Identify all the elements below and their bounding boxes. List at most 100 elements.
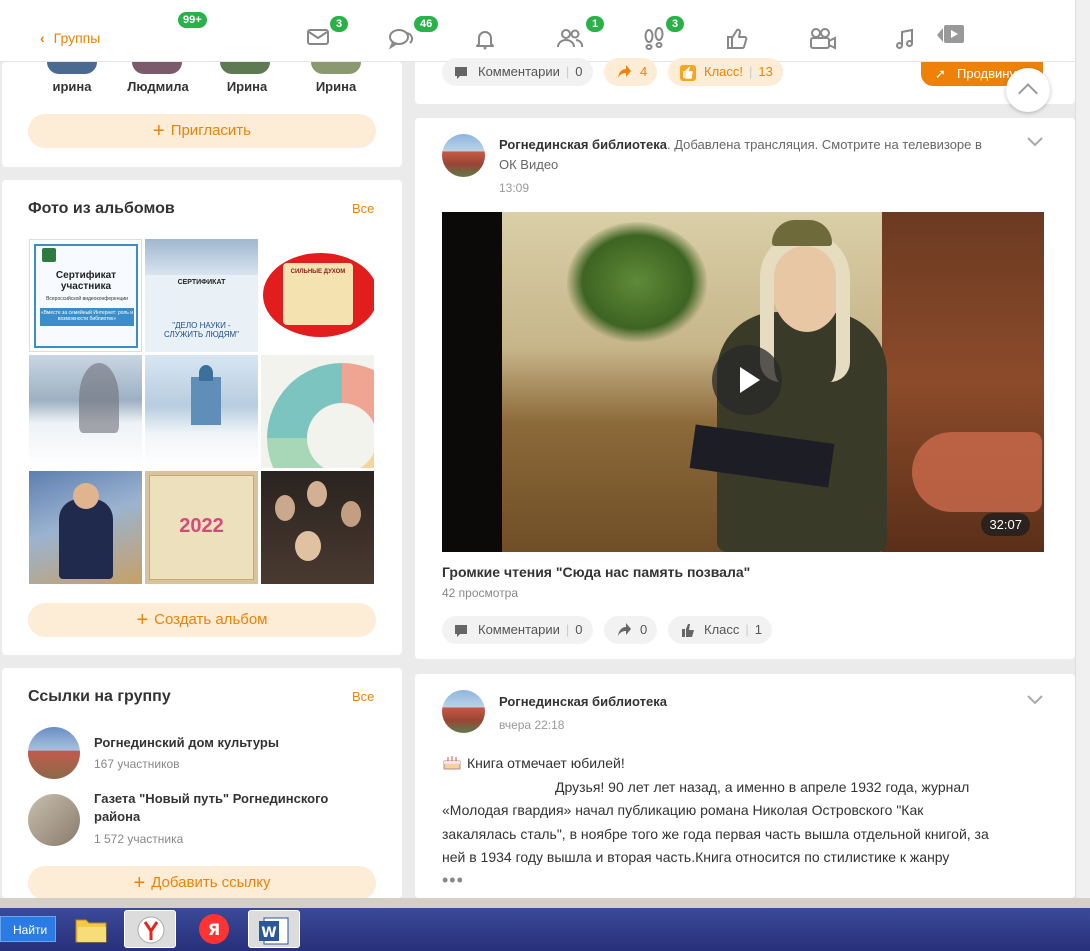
folder-icon xyxy=(75,919,107,943)
file-explorer-taskbar-button[interactable] xyxy=(66,910,118,948)
linked-group-members: 167 участников xyxy=(94,757,180,771)
wheel-center xyxy=(307,403,374,468)
thumbs-up-icon xyxy=(727,28,748,50)
add-link-label: Добавить ссылку xyxy=(151,874,271,891)
shares-count: 0 xyxy=(640,622,648,637)
post-line: Книга отмечает юбилей! xyxy=(442,752,1052,776)
class-like-button[interactable]: Класс! | 13 xyxy=(668,58,783,86)
bell-icon xyxy=(476,31,494,50)
plus-icon: + xyxy=(133,872,146,894)
search-button[interactable]: Найти xyxy=(0,916,56,942)
face-shape xyxy=(341,501,361,527)
video-tv-nav-button[interactable] xyxy=(935,22,967,48)
chevron-down-icon[interactable] xyxy=(1027,692,1043,710)
video-title[interactable]: Громкие чтения "Сюда нас память позвала" xyxy=(442,564,750,580)
chevron-down-icon[interactable] xyxy=(1027,134,1043,152)
yandex-icon: Я xyxy=(199,914,229,944)
photo-thumbnail[interactable]: СИЛЬНЫЕ ДУХОМ xyxy=(261,239,374,352)
svg-text:W: W xyxy=(261,925,276,941)
album-photos-card: Фото из альбомов Все Сертификат участника… xyxy=(2,180,402,655)
video-camera-icon xyxy=(810,28,836,50)
linked-group-name[interactable]: Рогнединский дом культуры xyxy=(94,734,279,752)
member-name[interactable]: Ирина xyxy=(296,79,376,94)
video-nav-button[interactable] xyxy=(808,27,836,53)
links-all-link[interactable]: Все xyxy=(352,689,374,704)
photos-title: Фото из альбомов xyxy=(28,200,175,217)
comments-button[interactable]: Комментарии | 0 xyxy=(442,58,593,86)
video-views: 42 просмотра xyxy=(442,586,519,600)
music-note-icon xyxy=(896,28,913,49)
photo-thumbnail[interactable] xyxy=(29,471,142,584)
avatar[interactable] xyxy=(311,62,361,74)
share-button[interactable]: 4 xyxy=(604,58,658,86)
class-label: Класс! xyxy=(704,64,743,79)
discussions-nav-button[interactable] xyxy=(388,27,414,53)
feed-post-video: Рогнединская библиотека. Добавлена транс… xyxy=(415,118,1075,659)
class-like-button[interactable]: Класс | 1 xyxy=(668,616,773,644)
os-taskbar: Найти Я W xyxy=(0,898,1090,951)
back-to-groups-link[interactable]: ‹ Группы xyxy=(40,30,100,46)
comments-count: 0 xyxy=(575,622,583,637)
member-name[interactable]: Людмила xyxy=(118,79,198,94)
photo-thumbnail[interactable]: Сертификат участника Всероссийской видеок… xyxy=(29,239,142,352)
photo-thumbnail[interactable] xyxy=(145,355,258,468)
events-nav-button[interactable] xyxy=(724,27,750,53)
comments-label: Комментарии xyxy=(478,622,560,637)
yandex-browser-icon xyxy=(137,916,165,944)
back-label: Группы xyxy=(53,30,101,46)
class-label: Класс xyxy=(704,622,740,637)
linked-group-name[interactable]: Газета "Новый путь" Рогнединского района xyxy=(94,790,354,826)
share-button[interactable]: 0 xyxy=(604,616,658,644)
feed-post-actions: Комментарии | 0 4 Класс! | 13 ➚ Продвинуть xyxy=(415,58,1075,104)
post-time[interactable]: 13:09 xyxy=(499,181,529,195)
word-taskbar-button[interactable]: W xyxy=(248,910,300,948)
post-author-name[interactable]: Рогнединская библиотека xyxy=(499,694,667,709)
comments-label: Комментарии xyxy=(478,64,560,79)
share-arrow-icon xyxy=(616,58,632,95)
create-album-label: Создать альбом xyxy=(154,611,268,628)
create-album-button[interactable]: + Создать альбом xyxy=(28,603,376,637)
hand-blur-shape xyxy=(912,432,1042,512)
photo-thumbnail[interactable]: СЕРТИФИКАТ "ДЕЛО НАУКИ - СЛУЖИТЬ ЛЮДЯМ" xyxy=(145,239,258,352)
photos-all-link[interactable]: Все xyxy=(352,201,374,216)
yandex-browser-taskbar-button[interactable] xyxy=(124,910,176,948)
friends-nav-button[interactable] xyxy=(556,27,584,53)
class-count: 13 xyxy=(758,64,773,79)
member-name[interactable]: Ирина xyxy=(207,79,287,94)
avatar[interactable] xyxy=(28,727,80,779)
add-link-button[interactable]: + Добавить ссылку xyxy=(28,866,376,900)
avatar[interactable] xyxy=(442,134,485,177)
photo-thumbnail[interactable] xyxy=(261,355,374,468)
motto-line: "ДЕЛО НАУКИ - xyxy=(172,321,231,330)
scroll-to-top-button[interactable] xyxy=(1006,68,1050,112)
photo-thumbnail[interactable] xyxy=(29,355,142,468)
comments-button[interactable]: Комментарии | 0 xyxy=(442,616,593,644)
messages-nav-button[interactable] xyxy=(305,27,331,53)
plus-icon: + xyxy=(153,120,165,142)
scrollbar[interactable] xyxy=(1075,0,1090,898)
avatar[interactable] xyxy=(442,690,485,733)
play-button[interactable] xyxy=(712,345,782,415)
avatar[interactable] xyxy=(47,62,97,74)
member-name[interactable]: ирина xyxy=(32,79,112,94)
face-shape xyxy=(73,483,99,509)
face-shape xyxy=(295,531,321,561)
music-nav-button[interactable] xyxy=(892,27,918,53)
video-player[interactable]: 32:07 xyxy=(442,212,1044,552)
photo-thumbnail[interactable]: 2022 xyxy=(145,471,258,584)
photo-thumbnail[interactable] xyxy=(261,471,374,584)
notifications-nav-button[interactable] xyxy=(472,27,498,53)
post-author-name[interactable]: Рогнединская библиотека xyxy=(499,137,667,152)
avatar[interactable] xyxy=(132,62,182,74)
guests-nav-button[interactable] xyxy=(641,27,667,53)
avatar[interactable] xyxy=(220,62,270,74)
word-icon: W xyxy=(259,917,289,945)
separator: | xyxy=(745,622,749,637)
invite-button[interactable]: + Пригласить xyxy=(28,114,376,148)
read-more-button[interactable]: ••• xyxy=(442,870,464,891)
yandex-taskbar-button[interactable]: Я xyxy=(188,910,240,948)
discussions-badge: 46 xyxy=(414,16,439,32)
avatar[interactable] xyxy=(28,794,80,846)
post-time[interactable]: вчера 22:18 xyxy=(499,718,564,732)
cap-shape xyxy=(772,220,832,246)
